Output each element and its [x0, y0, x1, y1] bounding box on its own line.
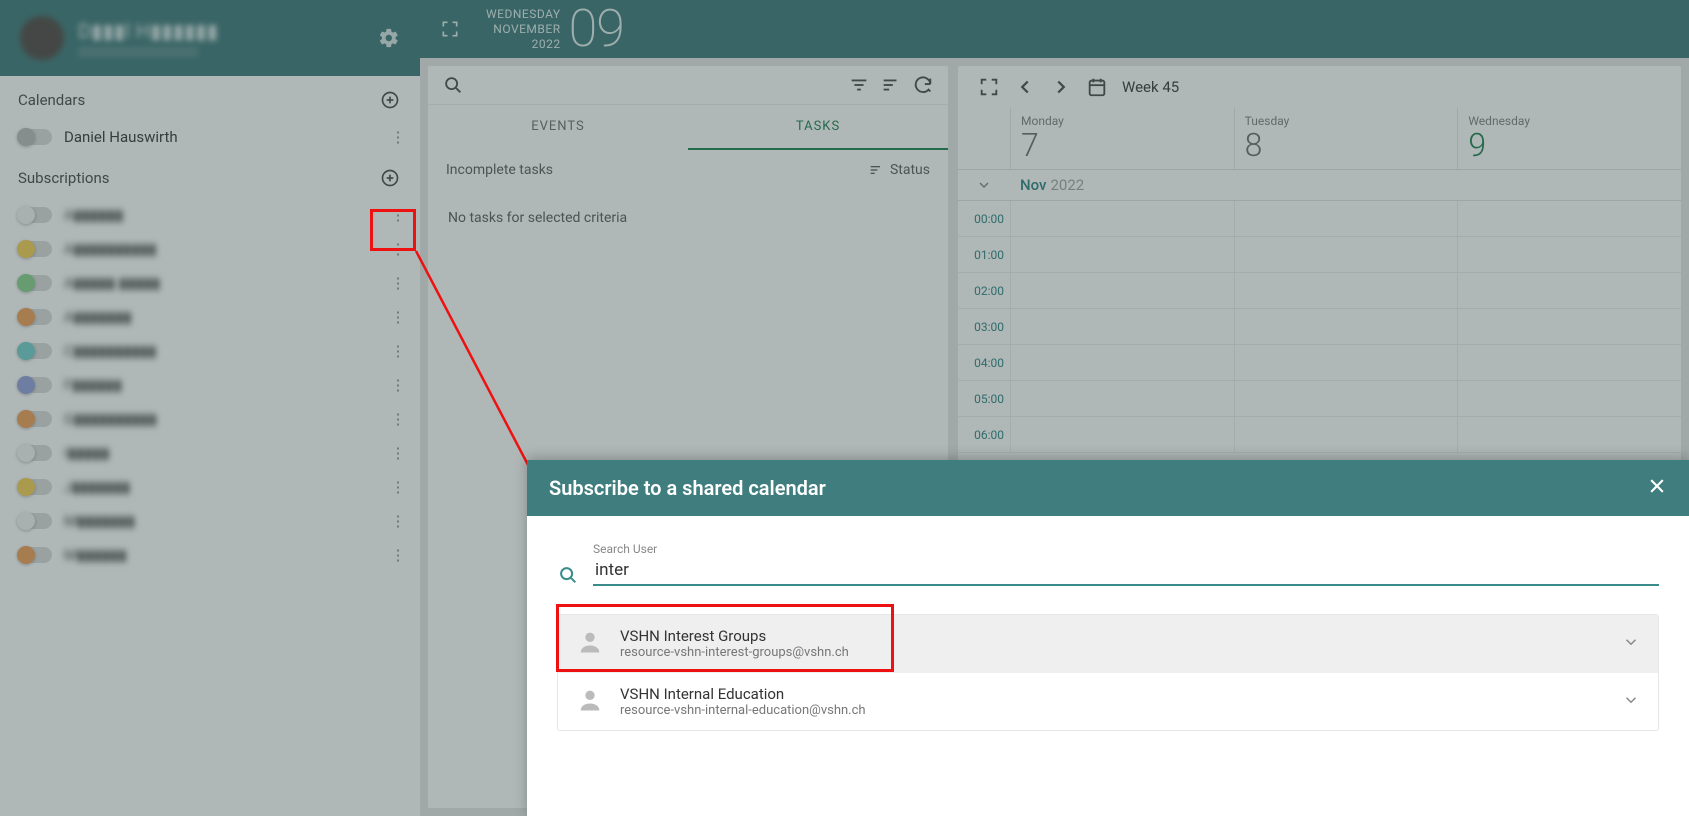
chevron-down-icon[interactable]	[1622, 633, 1640, 655]
chevron-down-icon[interactable]	[1622, 691, 1640, 713]
person-icon	[576, 628, 604, 660]
search-result[interactable]: VSHN Internal Education resource-vshn-in…	[558, 672, 1658, 730]
subscribe-dialog: Subscribe to a shared calendar Search Us…	[527, 460, 1689, 816]
dialog-title: Subscribe to a shared calendar	[549, 476, 826, 500]
result-subtitle: resource-vshn-interest-groups@vshn.ch	[620, 645, 1606, 660]
close-icon[interactable]	[1647, 476, 1667, 500]
annotation-box	[370, 209, 416, 251]
search-input[interactable]	[593, 556, 1659, 586]
result-subtitle: resource-vshn-internal-education@vshn.ch	[620, 703, 1606, 718]
person-icon	[576, 686, 604, 718]
search-result[interactable]: VSHN Interest Groups resource-vshn-inter…	[558, 615, 1658, 672]
result-title: VSHN Internal Education	[620, 685, 1606, 703]
search-icon	[557, 564, 579, 586]
result-title: VSHN Interest Groups	[620, 627, 1606, 645]
search-label: Search User	[593, 542, 1659, 556]
